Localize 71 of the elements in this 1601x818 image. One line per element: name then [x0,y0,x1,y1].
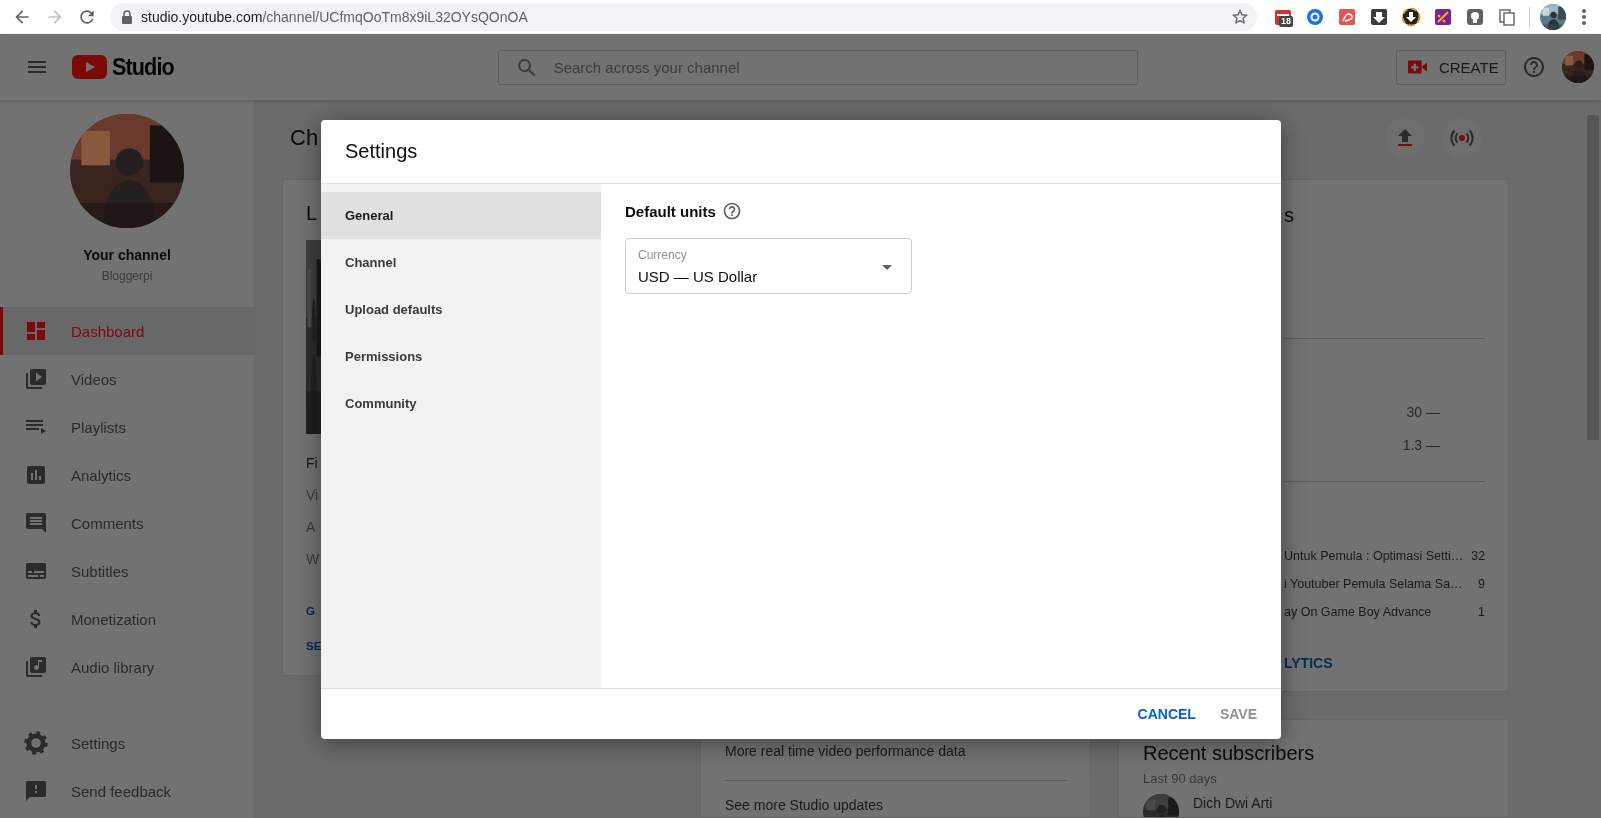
view-count: 32 [1471,548,1486,565]
card-title: s [1284,203,1295,228]
help-icon [721,201,742,221]
bar-chart-icon [24,463,48,487]
music-library-icon [24,655,48,679]
url-text: studio.youtube.com/channel/UCfmqOoTm8x9iL32OYsQOnOA [141,9,529,25]
download-icon[interactable] [1401,7,1421,27]
help-icon [1521,55,1546,79]
card-title: Recent subscribers [1143,741,1316,765]
camera-plus-icon [1407,59,1427,75]
view-count: 9 [1478,576,1485,593]
channel-name: Bloggerpi [101,268,153,284]
card-link[interactable]: SE [306,636,322,656]
sidebar-item[interactable]: Comments [0,499,254,547]
video-title[interactable]: Fi [306,453,318,473]
video-title[interactable]: i Youtuber Pemula Selama Sa… [1284,574,1471,594]
video-title[interactable]: Untuk Pemula : Optimasi Setti… [1284,546,1464,566]
settings-tab[interactable]: General [321,192,601,239]
tile-icon[interactable] [1433,7,1453,27]
comment-icon [24,511,48,535]
settings-tab[interactable]: Channel [321,239,601,286]
star-icon[interactable] [1231,8,1249,26]
more-icon[interactable] [1581,8,1587,26]
subscriber-name[interactable]: Dich Dwi Arti [1193,794,1273,812]
news-item[interactable]: More real time video performance data [725,742,1067,760]
currency-dropdown[interactable]: Currency USD — US Dollar [625,238,912,294]
stat-value: 1.3 — [1402,436,1440,455]
settings-icon [24,731,48,755]
stat-value: 30 — [1406,403,1440,422]
ring-icon[interactable] [1305,7,1325,27]
sidebar-item[interactable]: Videos [0,355,254,403]
settings-tab[interactable]: Permissions [321,333,601,380]
sidebar-item[interactable]: Analytics [0,451,254,499]
dialog-title: Settings [345,140,418,163]
sidebar-item[interactable]: Settings [0,719,254,767]
reload-icon [77,7,97,27]
video-title[interactable]: ay On Game Boy Advance [1284,602,1471,622]
address-bar[interactable]: studio.youtube.com/channel/UCfmqOoTm8x9iL32OYsQOnOA [110,3,1257,31]
sidebar-item[interactable]: Playlists [0,403,254,451]
tile-icon[interactable] [1337,7,1357,27]
channel-label: Your channel [83,246,171,265]
caret-icon [882,265,892,270]
create-button[interactable]: CREATE [1395,49,1506,85]
sidebar-item[interactable]: Dashboard [0,307,254,355]
sidebar-item[interactable]: Monetization [0,595,254,643]
count-badge: 18 [1279,16,1293,27]
bulb-icon[interactable] [1465,7,1485,27]
card-link[interactable]: G [306,601,315,621]
news-item[interactable]: See more Studio updates [725,796,1067,814]
account-avatar[interactable] [1561,51,1594,83]
dialog-button[interactable]: CANCEL [1127,698,1206,730]
help-button[interactable] [1521,55,1546,79]
card-title: L [306,201,318,226]
section-title: Default units [625,202,716,220]
sidebar-item[interactable]: Audio library [0,643,254,691]
view-count: 1 [1478,604,1485,621]
pages-icon[interactable] [1497,7,1517,27]
analytics-link[interactable]: LYTICS [1284,653,1485,673]
download-icon[interactable] [1369,7,1389,27]
card-subtitle: Last 90 days [1143,770,1218,788]
sidebar-item[interactable]: Subtitles [0,547,254,595]
video-library-icon [24,367,48,391]
dashboard-icon [24,319,48,343]
profile-avatar[interactable] [1540,4,1566,30]
page-title: Ch [290,124,319,152]
lock-icon [121,10,133,24]
logo-text[interactable]: Studio [112,53,174,81]
settings-tab[interactable]: Upload defaults [321,286,601,333]
sidebar-item[interactable]: Send feedback [0,767,254,815]
feedback-icon [24,779,48,803]
settings-tab[interactable]: Community [321,380,601,427]
